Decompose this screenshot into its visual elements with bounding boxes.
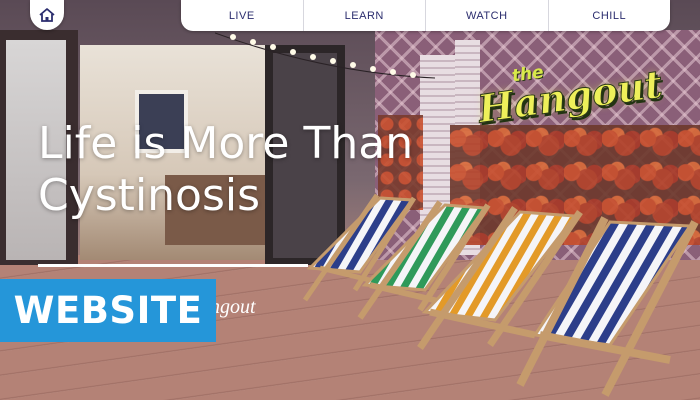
badge-label: WEBSITE (13, 289, 203, 332)
divider (38, 264, 308, 267)
top-nav: LIVE LEARN WATCH CHILL (181, 0, 670, 31)
nav-label: LIVE (228, 9, 255, 22)
nav-item-watch[interactable]: WATCH (426, 0, 549, 31)
headline-line-2: Cystinosis (38, 170, 261, 221)
page-title: Life is More Than Cystinosis (38, 118, 458, 222)
nav-item-live[interactable]: LIVE (181, 0, 304, 31)
nav-item-chill[interactable]: CHILL (549, 0, 671, 31)
nav-item-learn[interactable]: LEARN (304, 0, 426, 31)
nav-label: LEARN (344, 9, 384, 22)
nav-label: CHILL (592, 9, 627, 22)
website-badge: WEBSITE (0, 279, 216, 342)
home-icon (39, 8, 55, 22)
headline-line-1: Life is More Than (38, 118, 414, 169)
nav-label: WATCH (465, 9, 508, 22)
